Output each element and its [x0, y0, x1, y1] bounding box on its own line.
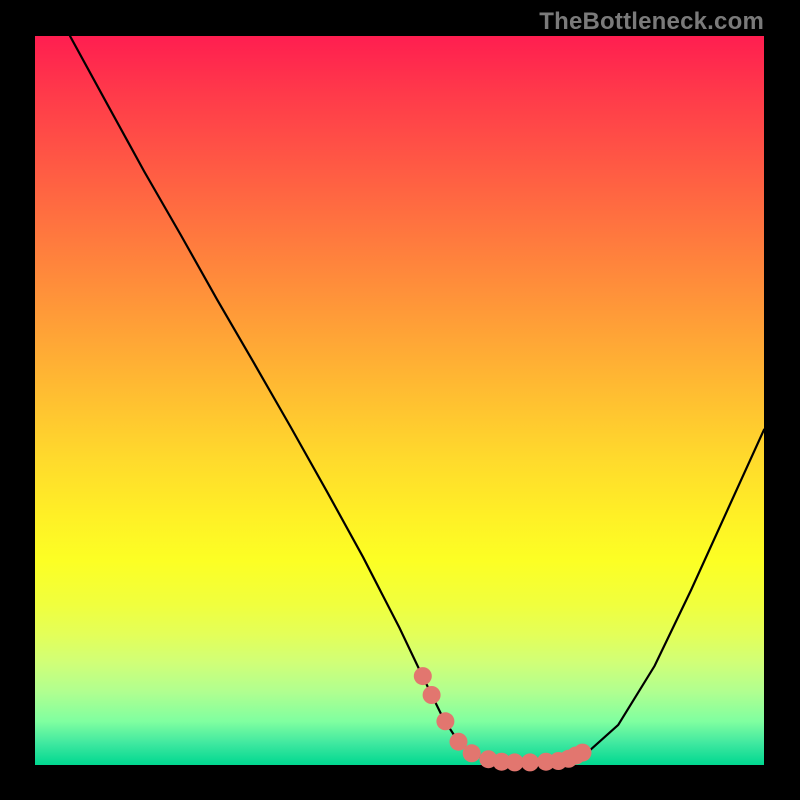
- curve-group: [70, 36, 764, 763]
- marker-dot: [574, 744, 592, 762]
- bottleneck-curve: [70, 36, 764, 763]
- marker-dot: [423, 686, 441, 704]
- marker-dot: [521, 753, 539, 771]
- watermark-text: TheBottleneck.com: [539, 8, 764, 36]
- marker-dot: [436, 712, 454, 730]
- marker-dot: [463, 744, 481, 762]
- chart-svg: [0, 0, 800, 800]
- highlight-markers: [414, 667, 592, 771]
- marker-dot: [414, 667, 432, 685]
- chart-frame: TheBottleneck.com: [0, 0, 800, 800]
